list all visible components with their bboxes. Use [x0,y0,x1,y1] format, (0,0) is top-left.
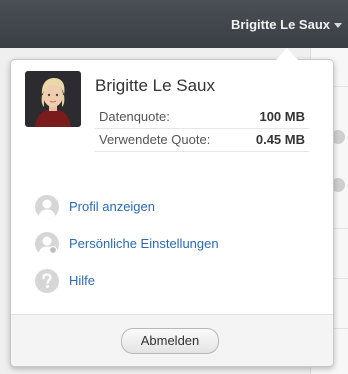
user-menu-list: Profil anzeigen Persönliche Einstellunge… [35,188,219,299]
menu-item-help[interactable]: Hilfe [35,262,219,299]
quota-table: Datenquote: 100 MB Verwendete Quote: 0.4… [95,106,309,152]
quota-label: Datenquote: [99,109,170,124]
avatar [25,71,81,127]
menu-item-label: Hilfe [69,273,96,288]
user-menu-trigger[interactable]: Brigitte Le Saux [231,14,342,34]
quota-value: 0.45 MB [255,132,305,147]
user-menu-name: Brigitte Le Saux [231,16,330,32]
person-settings-icon [35,231,59,256]
menu-item-personal-settings[interactable]: Persönliche Einstellungen [35,225,219,262]
person-icon [35,194,59,219]
user-dropdown-menu: Brigitte Le Saux Datenquote: 100 MB Verw… [10,59,334,367]
logout-button[interactable]: Abmelden [121,328,219,354]
avatar-image [25,71,81,127]
quota-value: 100 MB [259,109,305,124]
profile-name: Brigitte Le Saux [95,76,216,95]
quota-row: Verwendete Quote: 0.45 MB [95,129,309,152]
quota-label: Verwendete Quote: [99,132,211,147]
dropdown-footer: Abmelden [11,314,333,366]
menu-item-view-profile[interactable]: Profil anzeigen [35,188,219,225]
menu-item-label: Persönliche Einstellungen [69,236,219,251]
help-icon [35,268,59,293]
top-navigation-bar: Brigitte Le Saux [0,0,348,48]
menu-item-label: Profil anzeigen [69,199,155,214]
dropdown-pointer [276,48,298,60]
chevron-down-icon [334,22,342,28]
quota-row: Datenquote: 100 MB [95,106,309,129]
